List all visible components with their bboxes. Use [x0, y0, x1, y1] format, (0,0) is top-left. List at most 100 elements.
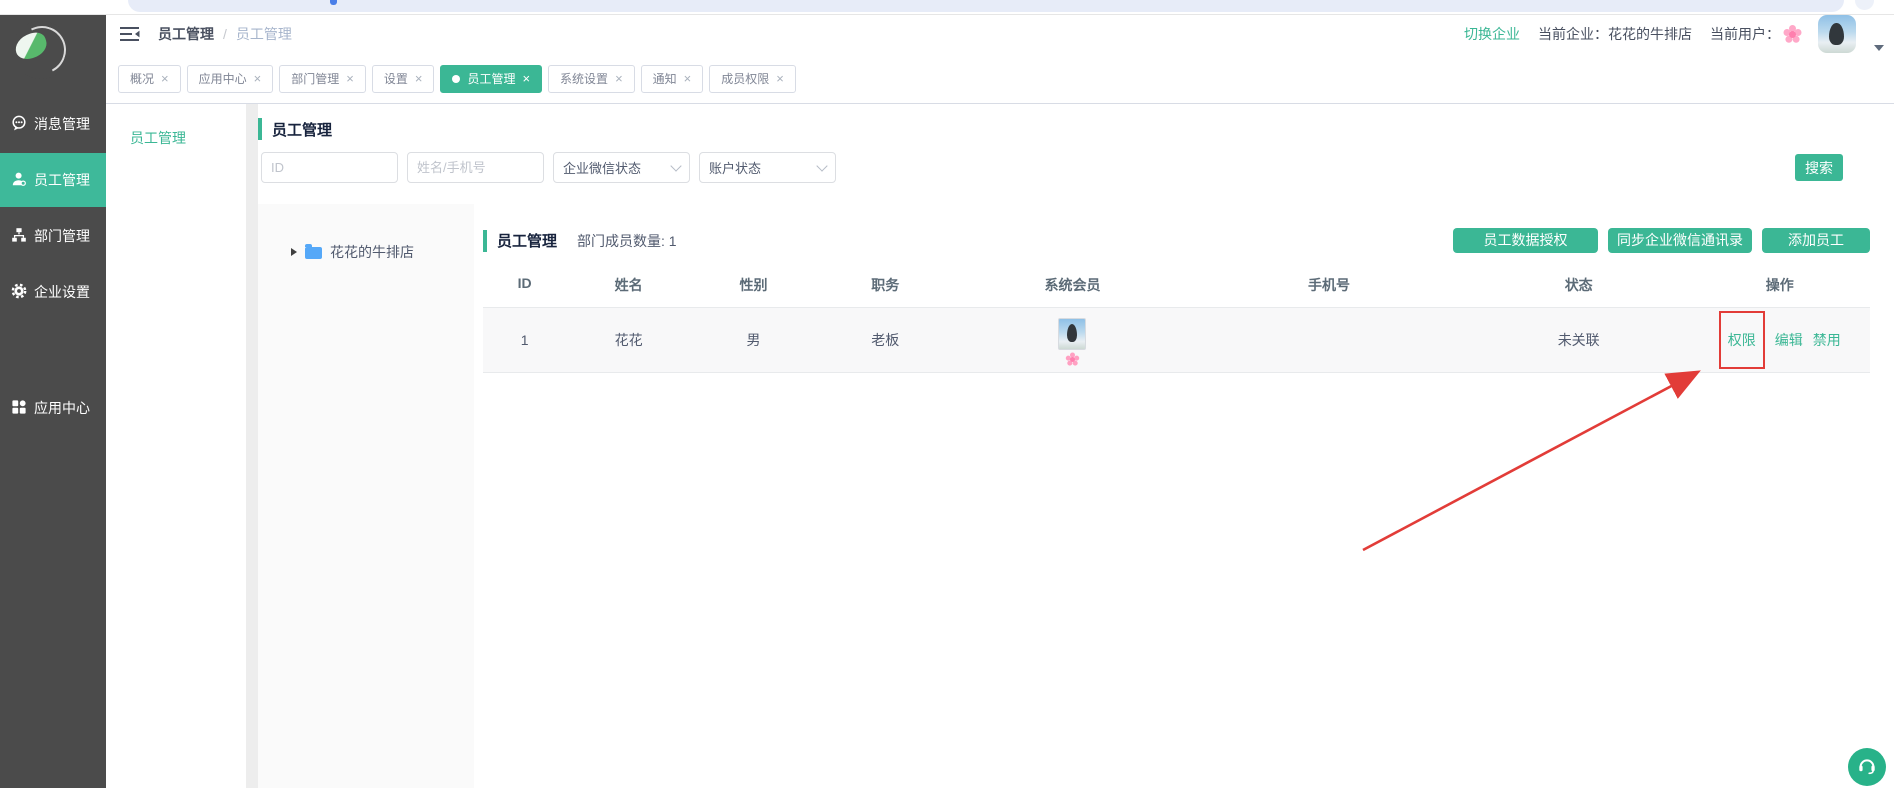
sync-wechat-contacts-button[interactable]: 同步企业微信通讯录 — [1608, 228, 1752, 253]
sidebar-item-messages[interactable]: 消息管理 — [0, 96, 106, 152]
cell-name: 花花 — [566, 330, 691, 350]
breadcrumb-separator: / — [223, 26, 227, 42]
current-user-label: 当前用户： — [1710, 24, 1780, 44]
tab-overview[interactable]: 概况 — [118, 65, 181, 93]
close-icon[interactable] — [615, 72, 623, 86]
headset-icon — [1856, 754, 1878, 781]
close-icon[interactable] — [776, 72, 784, 86]
member-count-label: 部门成员数量: 1 — [577, 231, 677, 251]
tree-expand-caret-icon[interactable] — [291, 248, 297, 256]
org-chart-icon — [11, 227, 27, 246]
tab-member-permissions[interactable]: 成员权限 — [709, 65, 796, 93]
flower-badge-icon — [1070, 357, 1075, 362]
secondary-sidebar: 员工管理 — [106, 104, 246, 788]
company-logo — [12, 21, 70, 79]
table-section-title: 员工管理 — [497, 230, 557, 251]
toolbar-buttons: 员工数据授权 同步企业微信通讯录 添加员工 — [1453, 228, 1870, 253]
id-input[interactable] — [261, 152, 398, 183]
sidebar: 消息管理 员工管理 部门管理 企业设置 应用中心 — [0, 14, 106, 788]
menu-fold-icon[interactable] — [120, 26, 140, 42]
tab-label: 通知 — [653, 70, 677, 87]
switch-company-link[interactable]: 切换企业 — [1464, 24, 1520, 44]
chat-bubble-icon — [11, 115, 27, 134]
title-accent-bar — [483, 230, 487, 252]
column-header-gender: 性别 — [691, 275, 816, 295]
edit-link[interactable]: 编辑 — [1775, 330, 1803, 350]
chevron-down-icon — [670, 160, 681, 171]
column-header-status: 状态 — [1468, 275, 1690, 295]
top-header: 员工管理 / 员工管理 切换企业 当前企业：花花的牛排店 当前用户： — [106, 14, 1894, 55]
browser-chrome-strip — [0, 0, 1894, 15]
sidebar-item-label: 企业设置 — [34, 282, 90, 302]
address-bar-marker — [330, 0, 337, 5]
customer-service-button[interactable] — [1848, 748, 1886, 786]
tab-notifications[interactable]: 通知 — [641, 65, 704, 93]
chevron-down-icon — [816, 160, 827, 171]
close-icon[interactable] — [161, 72, 169, 86]
page-title-block: 员工管理 — [258, 118, 332, 140]
tab-label: 应用中心 — [199, 70, 247, 87]
breadcrumb-section: 员工管理 — [158, 24, 214, 44]
page-title: 员工管理 — [272, 119, 332, 140]
column-header-member: 系统会员 — [955, 275, 1191, 295]
browser-corner-button — [1855, 0, 1874, 10]
tab-app-center[interactable]: 应用中心 — [187, 65, 274, 93]
close-icon[interactable] — [415, 72, 423, 86]
caret-down-icon[interactable] — [1874, 45, 1884, 51]
add-employee-button[interactable]: 添加员工 — [1762, 228, 1870, 253]
permission-link[interactable]: 权限 — [1728, 330, 1756, 350]
cell-member — [955, 318, 1191, 362]
current-user-block: 当前用户： — [1710, 24, 1800, 44]
address-bar-pill — [128, 0, 1844, 12]
flower-emoji-icon — [1789, 31, 1796, 38]
column-header-actions: 操作 — [1690, 275, 1870, 295]
sidebar-item-company-settings[interactable]: 企业设置 — [0, 264, 106, 320]
filter-bar: 企业微信状态 账户状态 — [261, 152, 836, 183]
content-split: 花花的牛排店 员工管理 部门成员数量: 1 员工数据授权 同步企业微信通讯录 添… — [258, 204, 1894, 788]
tab-system-settings[interactable]: 系统设置 — [548, 65, 635, 93]
close-icon[interactable] — [254, 72, 262, 86]
tab-label: 系统设置 — [560, 70, 608, 87]
data-authorize-button[interactable]: 员工数据授权 — [1453, 228, 1598, 253]
close-icon[interactable] — [346, 72, 354, 86]
user-avatar[interactable] — [1818, 15, 1856, 53]
title-accent-bar — [258, 118, 262, 140]
tab-employees-active[interactable]: 员工管理 — [440, 65, 542, 93]
cell-status: 未关联 — [1468, 330, 1690, 350]
tab-settings[interactable]: 设置 — [372, 65, 435, 93]
sidebar-item-employees[interactable]: 员工管理 — [0, 153, 106, 207]
account-status-select[interactable]: 账户状态 — [699, 152, 836, 183]
tab-label: 部门管理 — [291, 70, 339, 87]
tab-label: 概况 — [130, 70, 154, 87]
cell-id: 1 — [483, 332, 566, 348]
subnav-item-employees[interactable]: 员工管理 — [106, 128, 246, 148]
sidebar-item-departments[interactable]: 部门管理 — [0, 208, 106, 264]
wechat-status-select[interactable]: 企业微信状态 — [553, 152, 690, 183]
gear-icon — [11, 283, 27, 302]
member-avatar-image[interactable] — [1058, 318, 1086, 350]
tree-node-root[interactable]: 花花的牛排店 — [291, 242, 474, 262]
department-tree-panel: 花花的牛排店 — [258, 204, 474, 788]
tab-departments[interactable]: 部门管理 — [279, 65, 366, 93]
tab-label: 员工管理 — [467, 70, 515, 87]
table-row: 1 花花 男 老板 未关联 权限 编辑 — [483, 307, 1870, 373]
table-header-row: ID 姓名 性别 职务 系统会员 手机号 状态 操作 — [483, 275, 1870, 295]
tree-node-label: 花花的牛排店 — [330, 242, 414, 262]
sidebar-item-app-center[interactable]: 应用中心 — [0, 380, 106, 436]
close-icon[interactable] — [684, 72, 692, 86]
column-header-job: 职务 — [816, 275, 955, 295]
breadcrumb-page[interactable]: 员工管理 — [236, 24, 292, 44]
active-dot-icon — [452, 75, 460, 83]
disable-link[interactable]: 禁用 — [1813, 330, 1841, 350]
sidebar-item-label: 消息管理 — [34, 114, 90, 134]
employee-table-area: 员工管理 部门成员数量: 1 员工数据授权 同步企业微信通讯录 添加员工 ID … — [483, 204, 1870, 788]
cell-job: 老板 — [816, 330, 955, 350]
sidebar-gutter — [246, 104, 258, 788]
name-phone-input[interactable] — [407, 152, 544, 183]
sidebar-item-label: 部门管理 — [34, 226, 90, 246]
close-icon[interactable] — [522, 72, 530, 86]
table-toolbar: 员工管理 部门成员数量: 1 员工数据授权 同步企业微信通讯录 添加员工 — [483, 228, 1870, 253]
cell-actions: 权限 编辑 禁用 — [1690, 311, 1870, 369]
grid-icon — [11, 399, 27, 418]
search-button[interactable]: 搜索 — [1795, 154, 1843, 181]
